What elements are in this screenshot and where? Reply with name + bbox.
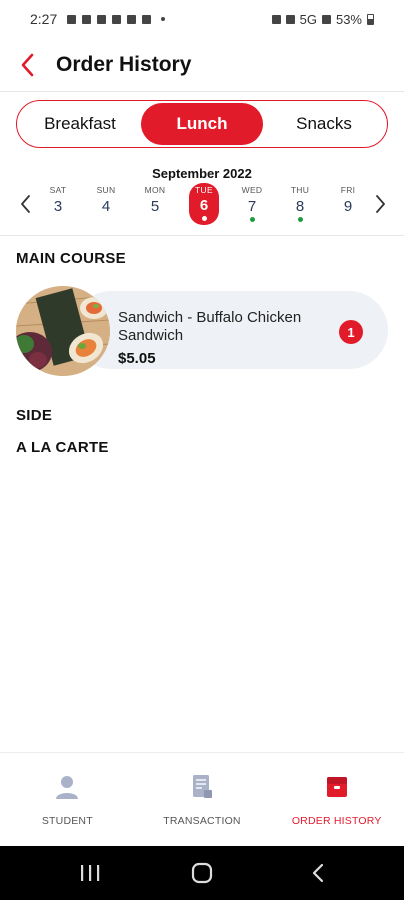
calendar-month: September 2022 [152, 166, 252, 181]
order-marker-dot [201, 216, 207, 221]
day-number: 8 [295, 198, 305, 215]
bottom-nav: STUDENT TRANSACTION ORDER HISTORY [0, 752, 404, 846]
day-number: 5 [150, 198, 160, 215]
section-side: SIDE [16, 407, 53, 424]
day-number: 9 [343, 198, 353, 215]
section-a-la-carte: A LA CARTE [16, 439, 109, 456]
tab-breakfast[interactable]: Breakfast [19, 103, 141, 145]
nav-order-history[interactable]: ORDER HISTORY [269, 753, 404, 846]
person-icon [53, 773, 81, 801]
tab-snacks[interactable]: Snacks [263, 103, 385, 145]
order-box-icon [323, 773, 351, 801]
page-title: Order History [56, 52, 192, 76]
home-button[interactable] [172, 846, 232, 900]
calendar-day-sun[interactable]: SUN 4 [91, 182, 121, 226]
app-notification-icon [127, 14, 137, 24]
tab-lunch[interactable]: Lunch [141, 103, 263, 145]
image-notification-icon [112, 14, 122, 24]
battery-label: 53% [335, 11, 362, 27]
quantity-badge: 1 [339, 320, 363, 344]
day-of-week: THU [290, 185, 310, 195]
chevron-left-icon [21, 195, 30, 213]
nav-student[interactable]: STUDENT [0, 753, 135, 846]
order-marker-dot [249, 217, 255, 222]
bluetooth-icon [285, 14, 295, 24]
day-of-week: SAT [49, 185, 67, 195]
calendar-day-sat[interactable]: SAT 3 [43, 182, 73, 226]
day-of-week: MON [144, 185, 166, 195]
day-number: 3 [53, 198, 63, 215]
nav-label: ORDER HISTORY [291, 815, 382, 827]
alarm-icon [271, 14, 281, 24]
calendar-day-tue[interactable]: TUE 6 [189, 183, 219, 225]
order-marker-dot [297, 217, 303, 222]
day-of-week: FRI [340, 185, 356, 195]
day-number: 4 [101, 198, 111, 215]
signal-icon [321, 14, 331, 24]
calendar-day-fri[interactable]: FRI 9 [333, 182, 363, 226]
home-icon [191, 862, 213, 884]
app-header: Order History [0, 38, 404, 92]
day-of-week: SUN [96, 185, 116, 195]
status-left: 2:27 [30, 11, 166, 27]
system-back-button[interactable] [288, 846, 348, 900]
status-bar: 2:27 5G 53% [0, 0, 404, 38]
chevron-right-icon [376, 195, 385, 213]
recent-apps-icon [81, 865, 100, 881]
nav-label: STUDENT [41, 815, 93, 827]
order-item[interactable]: Sandwich - Buffalo Chicken Sandwich $5.0… [16, 286, 388, 376]
section-main-course: MAIN COURSE [16, 250, 126, 267]
nav-label: TRANSACTION [163, 815, 241, 827]
nav-transaction[interactable]: TRANSACTION [135, 753, 270, 846]
chat-notification-icon [67, 14, 77, 24]
divider [0, 235, 404, 236]
calendar-strip: SAT 3 SUN 4 MON 5 TUE 6 WED 7 THU 8 FRI … [0, 182, 404, 230]
calendar-day-thu[interactable]: THU 8 [285, 182, 315, 226]
status-right: 5G 53% [271, 11, 374, 27]
item-name: Sandwich - Buffalo Chicken Sandwich [118, 309, 302, 344]
recent-apps-button[interactable] [60, 846, 120, 900]
back-arrow-icon [312, 863, 324, 883]
calendar-day-wed[interactable]: WED 7 [237, 182, 267, 226]
receipt-icon [188, 773, 216, 801]
cast-notification-icon [142, 14, 152, 24]
more-notifications-icon [161, 17, 166, 21]
status-time: 2:27 [30, 11, 58, 27]
calendar-day-mon[interactable]: MON 5 [140, 182, 170, 226]
battery-icon [367, 13, 374, 25]
network-label: 5G [299, 11, 317, 27]
carrier-notification-icon [97, 14, 107, 24]
next-week-button[interactable] [368, 192, 392, 216]
item-price: $5.05 [118, 350, 156, 367]
day-of-week: WED [241, 185, 263, 195]
day-number: 6 [199, 197, 209, 214]
chevron-left-icon [21, 53, 34, 76]
previous-week-button[interactable] [14, 192, 38, 216]
day-number: 7 [247, 198, 257, 215]
back-button[interactable] [0, 38, 56, 92]
system-nav-bar [0, 846, 404, 900]
day-of-week: TUE [195, 185, 213, 195]
food-photo [16, 286, 110, 376]
meal-tabs: Breakfast Lunch Snacks [16, 100, 388, 148]
message-notification-icon [82, 14, 92, 24]
